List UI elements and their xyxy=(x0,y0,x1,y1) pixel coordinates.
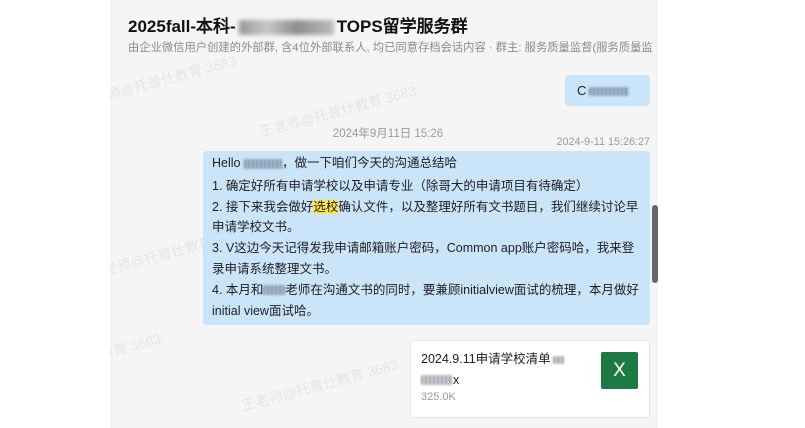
summary-item-3: 3. V这边今天记得发我申请邮箱账户密码，Common app账户密码哈，我来登… xyxy=(212,241,635,276)
watermark-text: 王老师@托普仕教育 3683 xyxy=(239,356,400,414)
file-attachment-card[interactable]: 2024.9.11申请学校清单 x 325.0K X xyxy=(410,340,650,418)
file-name: 2024.9.11申请学校清单 x xyxy=(421,349,593,390)
watermark-text: 王老师@托普仕教育 3683 xyxy=(110,52,238,110)
message-timestamp: 2024-9-11 15:26:27 xyxy=(556,136,650,148)
file-size: 325.0K xyxy=(421,391,456,403)
greeting-suffix: ，做一下咱们今天的沟通总结哈 xyxy=(281,156,457,170)
earlier-message-bubble: C xyxy=(565,75,650,106)
scrollbar-thumb[interactable] xyxy=(652,205,658,283)
redacted-text xyxy=(238,20,334,36)
file-name-line-2: x xyxy=(421,370,593,391)
file-name-suffix: x xyxy=(453,372,460,387)
highlighted-text: 选校 xyxy=(313,199,339,214)
redacted-text xyxy=(552,355,565,364)
group-title-suffix: TOPS留学服务群 xyxy=(336,17,468,36)
chat-panel: 王老师@托普仕教育 3683 王老师@托普仕教育 3683 王老师@托普仕教育 … xyxy=(110,0,658,428)
redacted-text xyxy=(421,375,453,386)
excel-file-icon: X xyxy=(601,352,638,389)
summary-item-2: 2. 接下来我会做好选校确认文件，以及整理好所有文书题目，我们继续讨论早申请学校… xyxy=(212,197,643,239)
file-name-line-1: 2024.9.11申请学校清单 xyxy=(421,349,593,370)
group-subtitle: 由企业微信用户创建的外部群, 含4位外部联系人, 均已同意存档会话内容 · 群主… xyxy=(128,42,653,54)
summary-item-2-before: 2. 接下来我会做好 xyxy=(212,199,314,214)
redacted-text xyxy=(263,285,286,296)
summary-item-1: 1. 确定好所有申请学校以及申请专业（除哥大的申请项目有待确定） xyxy=(212,178,589,193)
greeting-prefix: Hello xyxy=(212,156,244,170)
group-title-prefix: 2025fall-本科- xyxy=(128,17,236,36)
group-title: 2025fall-本科- TOPS留学服务群 xyxy=(128,16,468,38)
watermark-text: 王老师@托普仕教育 3683 xyxy=(110,330,163,388)
redacted-text xyxy=(589,87,630,97)
summary-message-bubble: Hello ，做一下咱们今天的沟通总结哈 1. 确定好所有申请学校以及申请专业（… xyxy=(203,151,650,326)
summary-item-4: 4. 本月和 老师在沟通文书的同时，要兼顾initialview面试的梳理，本月做… xyxy=(212,280,643,322)
earlier-message-text: C xyxy=(577,83,587,98)
redacted-text xyxy=(243,158,282,169)
greeting-line: Hello ，做一下咱们今天的沟通总结哈 xyxy=(212,153,643,174)
file-name-text: 2024.9.11申请学校清单 xyxy=(421,352,551,366)
summary-item-4-before: 4. 本月和 xyxy=(212,282,264,297)
